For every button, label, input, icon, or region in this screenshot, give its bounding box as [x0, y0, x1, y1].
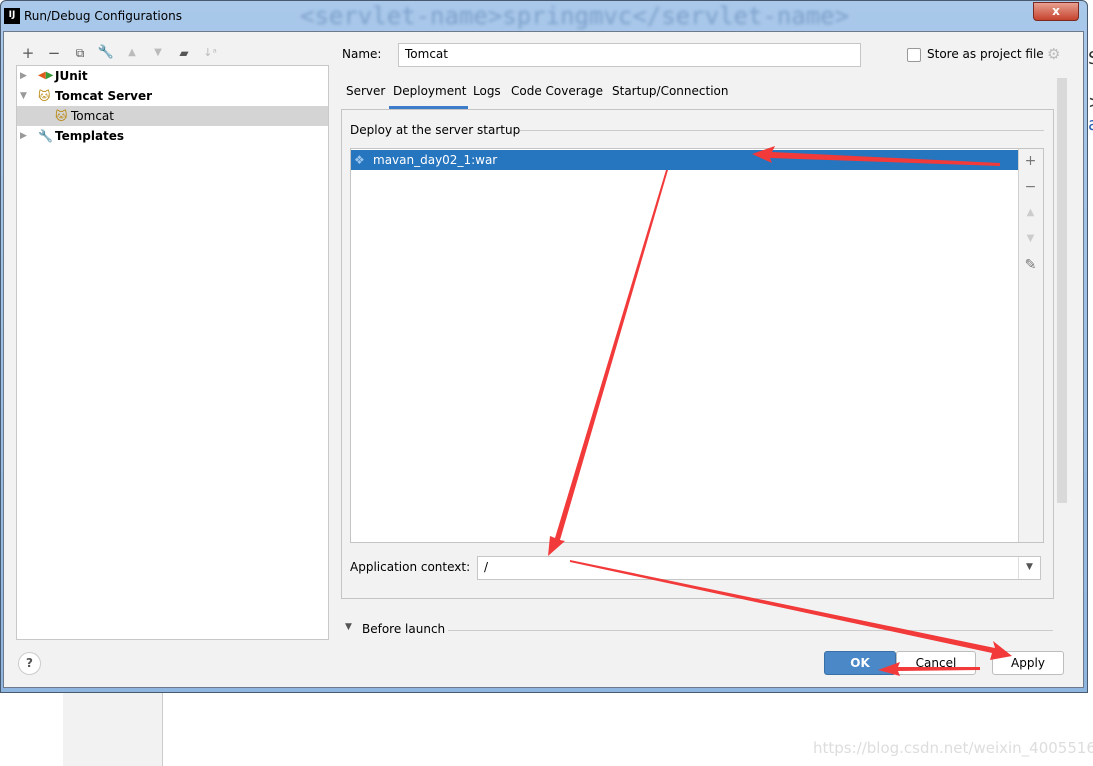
- annotation-arrow: [548, 170, 668, 556]
- annotation-arrow: [570, 560, 1012, 660]
- annotation-arrow: [752, 146, 1000, 166]
- annotation-arrows: [548, 146, 1012, 676]
- annotation-arrow: [878, 662, 980, 676]
